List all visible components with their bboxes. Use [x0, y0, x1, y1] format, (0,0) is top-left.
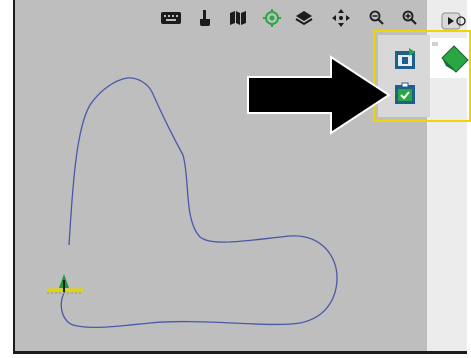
top-toolbar: [0, 0, 471, 34]
target-icon[interactable]: [263, 9, 281, 27]
map-style-icon[interactable]: [229, 9, 247, 27]
pan-icon[interactable]: [332, 9, 350, 27]
layers-icon[interactable]: [295, 9, 313, 27]
touch-icon[interactable]: [196, 9, 214, 27]
keyboard-icon[interactable]: [160, 9, 182, 27]
zoom-in-icon[interactable]: [401, 9, 419, 27]
pointer-arrow: [247, 55, 391, 135]
zoom-out-icon[interactable]: [368, 9, 386, 27]
vehicle-icon: [47, 274, 83, 294]
